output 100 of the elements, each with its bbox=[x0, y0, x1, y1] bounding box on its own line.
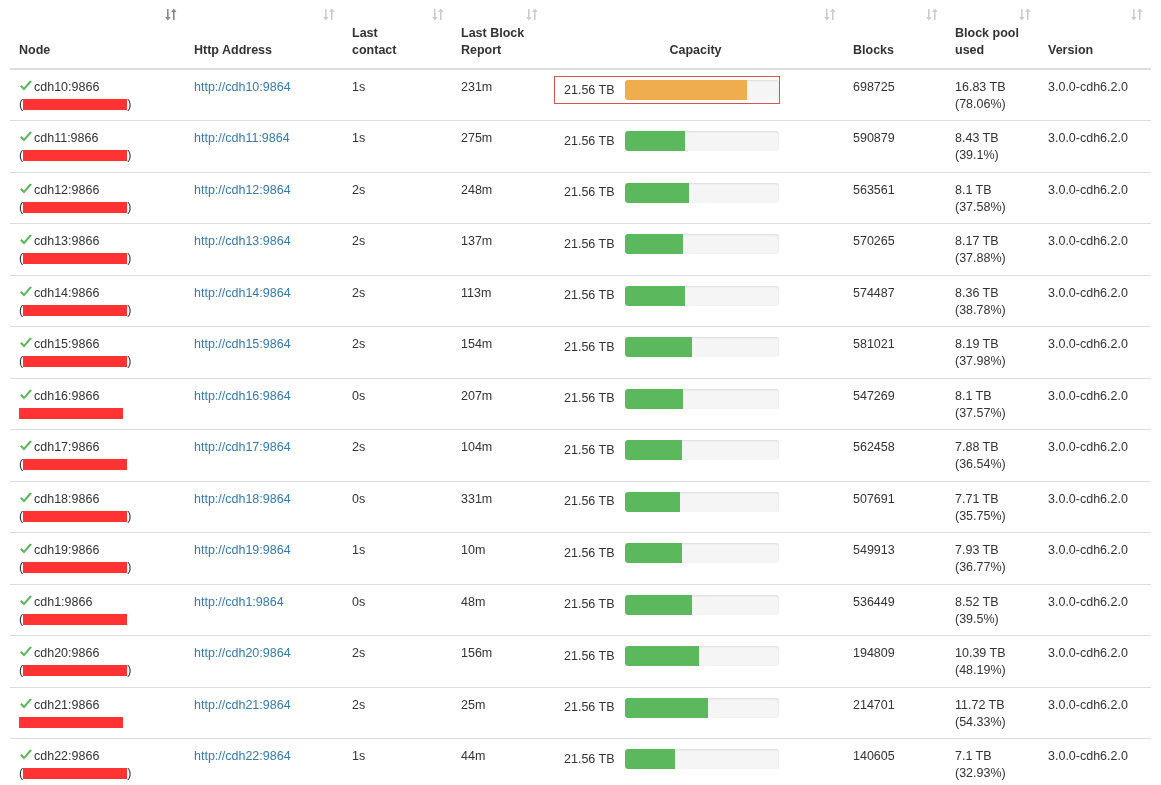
http-link[interactable]: http://cdh22:9864 bbox=[194, 749, 291, 763]
parenthesis: ) bbox=[127, 147, 132, 164]
checkmark-icon bbox=[19, 749, 33, 761]
pool-used: 8.52 TB bbox=[955, 593, 1000, 611]
version: 3.0.0-cdh6.2.0 bbox=[1048, 131, 1128, 145]
last-block-report: 48m bbox=[461, 594, 486, 609]
node-name: cdh21:9866 bbox=[34, 696, 100, 714]
column-header[interactable]: Last contact bbox=[352, 25, 422, 59]
parenthesis: ) bbox=[127, 662, 132, 679]
column-header[interactable]: Last Block Report bbox=[461, 25, 531, 59]
capacity-value: 21.56 TB bbox=[563, 544, 615, 562]
pool-used: 16.83 TB bbox=[955, 79, 1007, 96]
pool-percent: (37.88%) bbox=[955, 250, 1007, 267]
parenthesis: ( bbox=[19, 353, 24, 370]
pool-used: 7.93 TB bbox=[955, 542, 1000, 559]
parenthesis: ( bbox=[19, 507, 24, 525]
version: 3.0.0-cdh6.2.0 bbox=[1048, 749, 1128, 763]
block-count: 563561 bbox=[853, 182, 895, 197]
last-contact: 1s bbox=[352, 80, 366, 94]
http-link[interactable]: http://cdh20:9864 bbox=[194, 646, 291, 660]
pool-percent: (38.78%) bbox=[955, 301, 1007, 319]
node-name: cdh11:9866 bbox=[34, 130, 99, 147]
block-count: 574487 bbox=[853, 285, 895, 300]
http-link[interactable]: http://cdh10:9864 bbox=[194, 80, 291, 94]
http-link[interactable]: http://cdh11:9864 bbox=[194, 131, 290, 145]
parenthesis: ) bbox=[127, 198, 132, 216]
http-link[interactable]: http://cdh1:9864 bbox=[194, 594, 284, 609]
pool-used: 8.36 TB bbox=[955, 284, 1000, 302]
http-link[interactable]: http://cdh21:9864 bbox=[194, 697, 291, 712]
http-link[interactable]: http://cdh15:9864 bbox=[194, 337, 291, 351]
block-count: 536449 bbox=[853, 594, 895, 609]
column-header[interactable]: Blocks bbox=[853, 42, 894, 59]
parenthesis: ( bbox=[19, 559, 24, 576]
capacity-value: 21.56 TB bbox=[563, 81, 615, 99]
last-block-report: 113m bbox=[461, 285, 492, 300]
parenthesis: ( bbox=[19, 662, 24, 679]
pool-used: 7.71 TB bbox=[955, 490, 1000, 508]
last-block-report: 25m bbox=[461, 697, 486, 712]
sort-icon[interactable] bbox=[926, 8, 938, 21]
last-block-report: 44m bbox=[461, 749, 486, 763]
checkmark-icon bbox=[19, 337, 33, 349]
block-count: 698725 bbox=[853, 80, 895, 94]
sort-icon[interactable] bbox=[323, 8, 335, 21]
sort-icon[interactable] bbox=[432, 8, 444, 21]
http-link[interactable]: http://cdh12:9864 bbox=[194, 182, 291, 197]
column-header[interactable]: Block pool used bbox=[955, 25, 1025, 59]
block-count: 549913 bbox=[853, 543, 895, 557]
sort-icon[interactable] bbox=[165, 8, 177, 21]
parenthesis: ( bbox=[19, 456, 24, 473]
node-name: cdh17:9866 bbox=[34, 439, 100, 456]
last-block-report: 104m bbox=[461, 440, 493, 454]
http-link[interactable]: http://cdh19:9864 bbox=[194, 543, 291, 557]
pool-percent: (54.33%) bbox=[955, 713, 1007, 731]
pool-percent: (32.93%) bbox=[955, 765, 1007, 782]
version: 3.0.0-cdh6.2.0 bbox=[1048, 80, 1128, 94]
parenthesis: ( bbox=[19, 147, 24, 164]
pool-used: 8.17 TB bbox=[955, 233, 1000, 250]
checkmark-icon bbox=[19, 543, 33, 555]
checkmark-icon bbox=[19, 491, 33, 504]
block-count: 194809 bbox=[853, 646, 895, 660]
pool-used: 7.88 TB bbox=[955, 439, 1000, 456]
last-block-report: 10m bbox=[461, 543, 486, 557]
block-count: 507691 bbox=[853, 491, 895, 506]
pool-percent: (35.75%) bbox=[955, 507, 1007, 525]
sort-icon[interactable] bbox=[526, 8, 538, 21]
column-header[interactable]: Node bbox=[19, 42, 51, 59]
http-link[interactable]: http://cdh18:9864 bbox=[194, 491, 291, 506]
node-name: cdh10:9866 bbox=[34, 79, 100, 96]
parenthesis: ( bbox=[19, 96, 24, 113]
node-name: cdh20:9866 bbox=[34, 645, 100, 662]
pool-percent: (37.57%) bbox=[955, 404, 1007, 422]
pool-percent: (37.98%) bbox=[955, 353, 1007, 370]
column-header[interactable]: Version bbox=[1048, 42, 1094, 59]
pool-percent: (39.5%) bbox=[955, 610, 1000, 628]
last-contact: 2s bbox=[352, 285, 366, 300]
version: 3.0.0-cdh6.2.0 bbox=[1048, 440, 1128, 454]
node-name: cdh15:9866 bbox=[34, 336, 100, 353]
checkmark-icon bbox=[19, 594, 33, 607]
capacity-value: 21.56 TB bbox=[563, 390, 615, 407]
pool-used: 7.1 TB bbox=[955, 748, 993, 765]
http-link[interactable]: http://cdh13:9864 bbox=[194, 234, 291, 248]
last-contact: 2s bbox=[352, 182, 366, 197]
pool-used: 11.72 TB bbox=[955, 696, 1006, 714]
checkmark-icon bbox=[19, 131, 33, 143]
node-name: cdh1:9866 bbox=[34, 593, 93, 611]
http-link[interactable]: http://cdh16:9864 bbox=[194, 388, 291, 403]
last-block-report: 207m bbox=[461, 388, 493, 403]
sort-icon[interactable] bbox=[1131, 8, 1143, 21]
sort-icon[interactable] bbox=[1019, 8, 1031, 21]
capacity-value: 21.56 TB bbox=[563, 287, 615, 304]
capacity-value: 21.56 TB bbox=[563, 596, 615, 613]
http-link[interactable]: http://cdh14:9864 bbox=[194, 285, 291, 300]
sort-icon[interactable] bbox=[824, 8, 836, 21]
column-header[interactable]: Capacity bbox=[669, 42, 722, 59]
last-contact: 0s bbox=[352, 388, 366, 403]
column-header[interactable]: Http Address bbox=[194, 42, 272, 59]
checkmark-icon bbox=[19, 285, 33, 298]
http-link[interactable]: http://cdh17:9864 bbox=[194, 440, 291, 454]
checkmark-icon bbox=[19, 697, 33, 710]
parenthesis: ) bbox=[127, 353, 132, 370]
